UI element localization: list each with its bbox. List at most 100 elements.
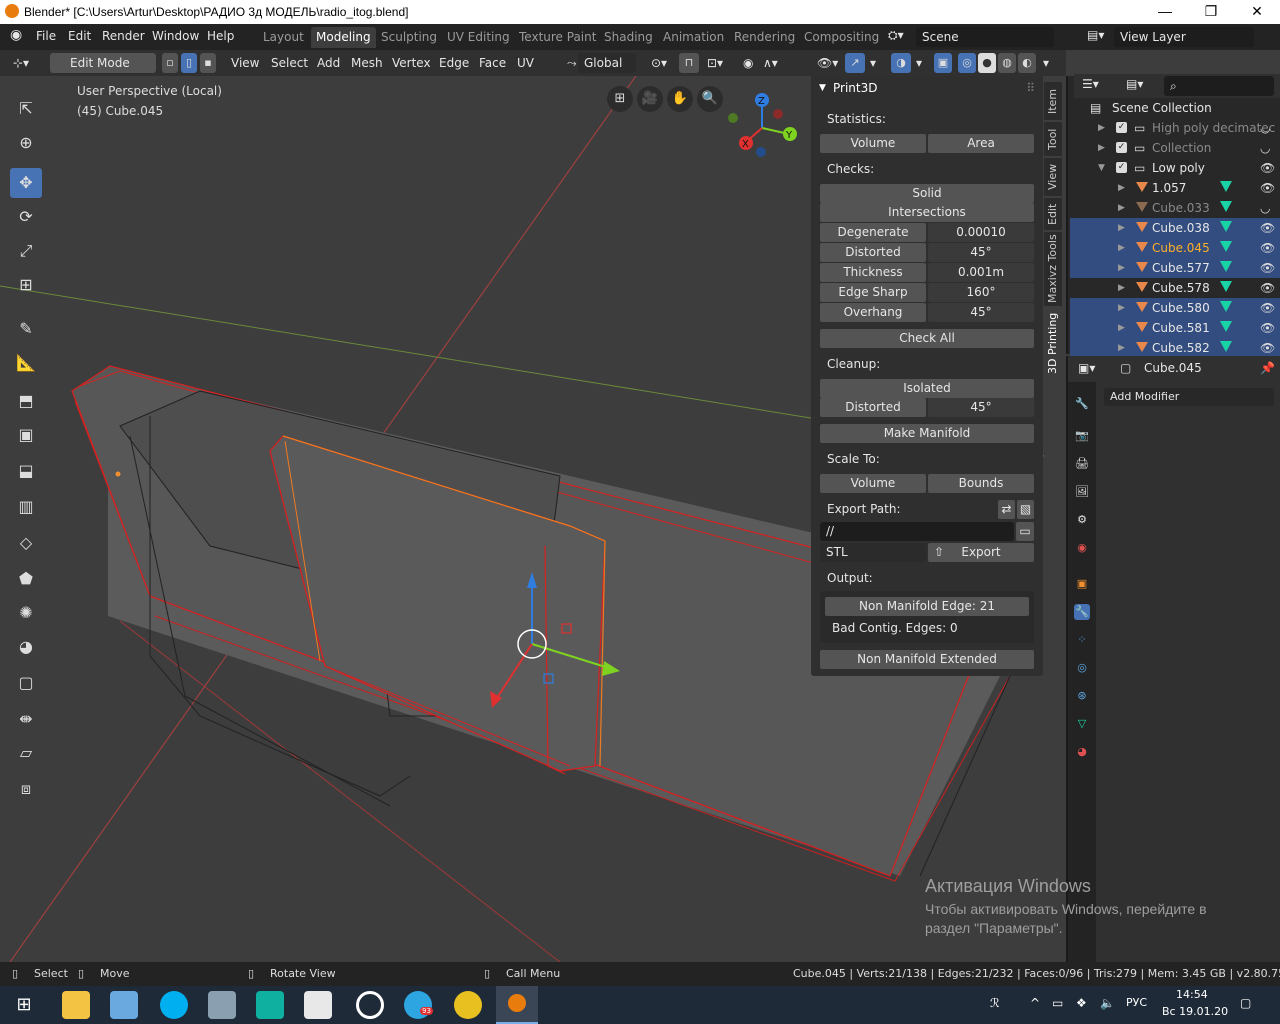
eye-icon[interactable]: 👁	[1260, 218, 1275, 238]
vertex-select-icon[interactable]: ▫	[162, 53, 178, 73]
tab-maxivz-tools[interactable]: Maxivz Tools	[1044, 232, 1062, 306]
outliner-row[interactable]: ▶ Cube.581 👁	[1070, 318, 1280, 338]
edge-select-icon[interactable]: ▯	[181, 53, 197, 73]
export-button[interactable]: ⇧ Export	[928, 543, 1034, 562]
scale-icon[interactable]: ⤢	[10, 236, 42, 266]
tab-item[interactable]: Item	[1044, 82, 1062, 120]
menu-select[interactable]: Select	[266, 53, 313, 73]
shrink-fatten-icon[interactable]: ⇼	[10, 704, 42, 734]
telegram-icon[interactable]: 93	[404, 991, 433, 1019]
notepad-icon[interactable]	[110, 991, 138, 1019]
edge-sharp-button[interactable]: Edge Sharp	[820, 283, 926, 302]
properties-type-icon[interactable]: ▣▾	[1078, 361, 1095, 375]
cursor-icon[interactable]: ⊕	[10, 128, 42, 158]
pivot-icon[interactable]: ⊙▾	[646, 53, 672, 73]
isolated-button[interactable]: Isolated	[820, 379, 1034, 398]
menu-add[interactable]: Add	[312, 53, 345, 73]
language-indicator[interactable]: РУС	[1126, 996, 1147, 1009]
maximize-button[interactable]: ❐	[1188, 0, 1234, 24]
mode-dropdown[interactable]: Edit Mode	[50, 53, 156, 73]
thickness-value[interactable]: 0.001m	[928, 263, 1034, 282]
outliner-row[interactable]: ▶ Cube.582 👁	[1070, 338, 1280, 358]
mesh-data-icon[interactable]	[1220, 241, 1232, 252]
degenerate-button[interactable]: Degenerate	[820, 223, 926, 242]
solid-button[interactable]: Solid	[820, 184, 1034, 203]
knife-icon[interactable]: ◇	[10, 528, 42, 558]
scene-properties-icon[interactable]: ⚙	[1074, 512, 1090, 528]
overlay-toggle-icon[interactable]: ◑	[891, 53, 911, 73]
render-properties-icon[interactable]: 📷	[1074, 428, 1090, 444]
transform-icon[interactable]: ⊞	[10, 270, 42, 300]
expand-arrow-icon[interactable]: ▶	[1118, 278, 1125, 298]
proportional-edit-icon[interactable]: ◉	[738, 53, 758, 73]
notifications-icon[interactable]: ▢	[1240, 996, 1251, 1010]
mesh-data-icon[interactable]	[1220, 221, 1232, 232]
spin-icon[interactable]: ✺	[10, 598, 42, 628]
export-path-field[interactable]: //	[820, 522, 1014, 541]
outliner-row[interactable]: ▼ ✓ ▭ Low poly 👁	[1070, 158, 1280, 178]
shading-dropdown-icon[interactable]: ▾	[1038, 53, 1054, 73]
menu-uv[interactable]: UV	[512, 53, 539, 73]
menu-window[interactable]: Window	[152, 29, 199, 43]
rip-region-icon[interactable]: ⧈	[10, 774, 42, 804]
mesh-data-icon[interactable]	[1220, 201, 1232, 212]
overhang-value[interactable]: 45°	[928, 303, 1034, 322]
outliner-row[interactable]: ▶ Cube.577 👁	[1070, 258, 1280, 278]
checkbox-icon[interactable]: ✓	[1116, 122, 1127, 133]
menu-file[interactable]: File	[36, 29, 56, 43]
tab-sculpting[interactable]: Sculpting	[376, 27, 442, 48]
outliner-row[interactable]: ▶ Cube.578 👁	[1070, 278, 1280, 298]
scale-volume-button[interactable]: Volume	[820, 474, 926, 493]
particle-properties-icon[interactable]: ⁘	[1074, 632, 1090, 648]
file-explorer-icon[interactable]	[62, 991, 90, 1019]
view-layer-icon[interactable]: ▤▾	[1087, 28, 1104, 42]
expand-arrow-icon[interactable]: ▼	[1098, 158, 1105, 178]
orientation-dropdown[interactable]: Global	[578, 53, 636, 73]
poly-build-icon[interactable]: ⬟	[10, 564, 42, 594]
material-properties-icon[interactable]: ◕	[1074, 744, 1090, 760]
drag-handle-icon[interactable]: ⠿	[1026, 76, 1035, 100]
navigation-gizmo[interactable]: Z Y X	[724, 88, 814, 178]
area-button[interactable]: Area	[928, 134, 1034, 153]
volume-button[interactable]: Volume	[820, 134, 926, 153]
export-image-icon[interactable]: ▧	[1017, 500, 1034, 519]
eye-icon[interactable]: 👁	[1260, 318, 1275, 338]
outliner-row[interactable]: ▶ Cube.038 👁	[1070, 218, 1280, 238]
scene-icon[interactable]: ⛭▾	[888, 28, 904, 43]
photos-icon[interactable]	[208, 991, 236, 1019]
wireframe-shading-icon[interactable]: ◎	[958, 53, 976, 73]
tab-layout[interactable]: Layout	[258, 27, 309, 48]
scene-name-field[interactable]: Scene	[916, 27, 1054, 47]
hidden-eye-icon[interactable]: ◡	[1260, 118, 1270, 138]
snap-target-icon[interactable]: ⊡▾	[702, 53, 728, 73]
inset-icon[interactable]: ▣	[10, 420, 42, 450]
eye-icon[interactable]: 👁	[1260, 258, 1275, 278]
eye-icon[interactable]: 👁	[1260, 278, 1275, 298]
expand-arrow-icon[interactable]: ▶	[1118, 338, 1125, 358]
menu-mesh[interactable]: Mesh	[346, 53, 388, 73]
non-manifold-edge-button[interactable]: Non Manifold Edge: 21	[825, 597, 1029, 616]
measure-icon[interactable]: 📐	[10, 348, 42, 378]
tab-texture-paint[interactable]: Texture Paint	[514, 27, 601, 48]
folder-browse-icon[interactable]: ▭	[1016, 522, 1034, 541]
menu-edge[interactable]: Edge	[434, 53, 474, 73]
outliner-search-input[interactable]: ⌕	[1164, 76, 1274, 96]
menu-render[interactable]: Render	[102, 29, 145, 43]
editor-type-icon[interactable]: ⊹▾	[8, 53, 34, 73]
xray-toggle-icon[interactable]: ▣	[934, 53, 952, 73]
visibility-icon[interactable]: 👁▾	[812, 53, 843, 73]
close-button[interactable]: ✕	[1234, 0, 1280, 24]
expand-arrow-icon[interactable]: ▶	[1098, 138, 1105, 158]
physics-properties-icon[interactable]: ◎	[1074, 660, 1090, 676]
eye-icon[interactable]: 👁	[1260, 158, 1275, 178]
make-manifold-button[interactable]: Make Manifold	[820, 424, 1034, 443]
tray-expand-icon[interactable]: ^	[1030, 996, 1040, 1010]
solid-shading-icon[interactable]: ●	[978, 53, 996, 73]
people-icon[interactable]: ℛ	[990, 996, 1000, 1010]
tab-view[interactable]: View	[1044, 158, 1062, 196]
gizmo-dropdown-icon[interactable]: ▾	[865, 53, 881, 73]
eye-icon[interactable]: 👁	[1260, 238, 1275, 258]
tab-compositing[interactable]: Compositing	[799, 27, 884, 48]
blender-taskbar-icon[interactable]	[496, 986, 538, 1024]
outliner-row[interactable]: ▶ Cube.580 👁	[1070, 298, 1280, 318]
